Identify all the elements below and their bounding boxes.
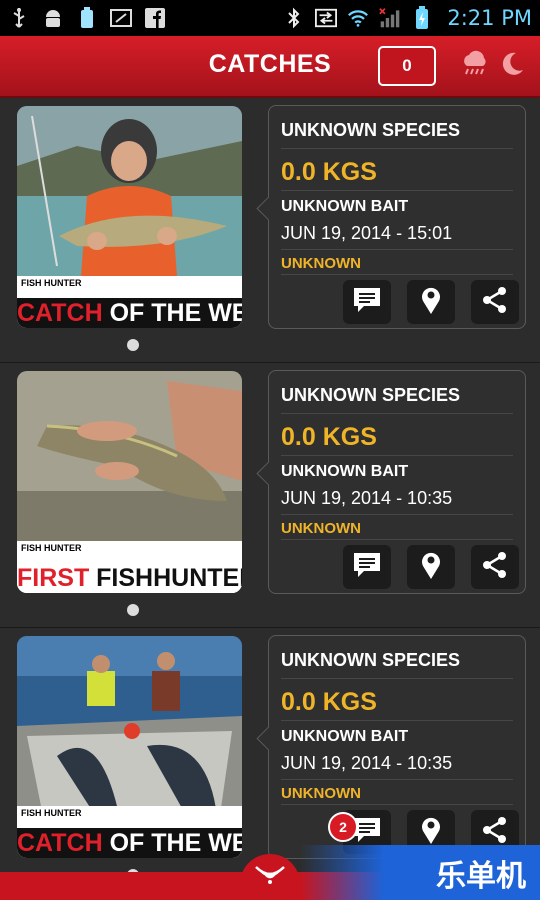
banner-caption: CATCH OF THE WEEK	[17, 298, 242, 328]
action-row	[343, 280, 519, 324]
page-title: CATCHES	[208, 50, 332, 78]
divider	[281, 455, 513, 456]
catch-info-panel: UNKNOWN SPECIES 0.0 KGS UNKNOWN BAIT JUN…	[268, 370, 526, 594]
screen-icon	[110, 7, 132, 29]
location-label: UNKNOWN	[281, 255, 361, 272]
bait-label: UNKNOWN BAIT	[281, 728, 409, 745]
location-label: UNKNOWN	[281, 785, 361, 802]
wifi-icon	[347, 7, 369, 29]
clock: 2:21 PM	[447, 6, 532, 30]
catch-date: JUN 19, 2014 - 10:35	[281, 488, 453, 508]
catch-card[interactable]: FISH HUNTER CATCH OF THE WEEK UNKNOWN SP…	[0, 98, 540, 363]
catch-list[interactable]: FISH HUNTER CATCH OF THE WEEK UNKNOWN SP…	[0, 98, 540, 900]
watermark-logo: 乐单机	[300, 845, 540, 900]
comment-button[interactable]	[343, 280, 391, 324]
map-pin-icon	[420, 550, 442, 585]
photo-banner: FISH HUNTER FIRST FISHHUNTER CATCH	[17, 541, 242, 593]
signal-waves-icon	[253, 863, 287, 892]
share-icon	[481, 286, 509, 319]
location-button[interactable]	[407, 545, 455, 589]
divider	[281, 249, 513, 250]
share-icon	[481, 551, 509, 584]
catch-photo[interactable]: FISH HUNTER CATCH OF THE WEEK	[17, 636, 242, 858]
catch-info-panel: UNKNOWN SPECIES 0.0 KGS UNKNOWN BAIT JUN…	[268, 105, 526, 329]
bait-label: UNKNOWN BAIT	[281, 463, 409, 480]
pager-dot	[127, 604, 139, 616]
banner-brand: FISH HUNTER	[21, 808, 82, 818]
bait-label: UNKNOWN BAIT	[281, 198, 409, 215]
weight-value: 0.0 KGS	[281, 423, 377, 451]
comment-icon	[352, 551, 382, 584]
share-button[interactable]	[471, 545, 519, 589]
comment-icon	[352, 286, 382, 319]
battery-saver-icon	[76, 7, 98, 29]
weight-value: 0.0 KGS	[281, 158, 377, 186]
photo-banner: FISH HUNTER CATCH OF THE WEEK	[17, 806, 242, 858]
catch-card[interactable]: FISH HUNTER FIRST FISHHUNTER CATCH UNKNO…	[0, 363, 540, 628]
divider	[281, 190, 513, 191]
catch-counter-button[interactable]: 0	[378, 46, 436, 86]
action-row	[343, 545, 519, 589]
weight-value: 0.0 KGS	[281, 688, 377, 716]
moon-icon[interactable]	[498, 50, 526, 83]
pager-dot	[127, 339, 139, 351]
banner-caption: CATCH OF THE WEEK	[17, 828, 242, 858]
battery-charging-icon	[411, 6, 433, 29]
location-label: UNKNOWN	[281, 520, 361, 537]
catch-photo[interactable]: FISH HUNTER FIRST FISHHUNTER CATCH	[17, 371, 242, 593]
species-label: UNKNOWN SPECIES	[281, 120, 461, 140]
divider	[281, 779, 513, 780]
catch-info-panel: UNKNOWN SPECIES 0.0 KGS UNKNOWN BAIT JUN…	[268, 635, 526, 859]
usb-icon	[8, 7, 30, 29]
catch-date: JUN 19, 2014 - 15:01	[281, 223, 453, 243]
banner-caption: FIRST FISHHUNTER CATCH	[17, 563, 242, 593]
comment-button[interactable]	[343, 545, 391, 589]
location-button[interactable]	[407, 280, 455, 324]
data-transfer-icon	[315, 7, 338, 29]
banner-brand: FISH HUNTER	[21, 278, 82, 288]
share-button[interactable]	[471, 280, 519, 324]
divider	[281, 148, 513, 149]
divider	[281, 720, 513, 721]
divider	[281, 539, 513, 540]
divider	[281, 413, 513, 414]
catch-photo[interactable]: FISH HUNTER CATCH OF THE WEEK	[17, 106, 242, 328]
divider	[281, 274, 513, 275]
divider	[281, 678, 513, 679]
status-bar: 2:21 PM	[0, 0, 540, 36]
banner-brand: FISH HUNTER	[21, 543, 82, 553]
species-label: UNKNOWN SPECIES	[281, 650, 461, 670]
photo-banner: FISH HUNTER CATCH OF THE WEEK	[17, 276, 242, 328]
share-icon	[481, 816, 509, 849]
divider	[281, 514, 513, 515]
divider	[281, 804, 513, 805]
weather-rain-icon[interactable]	[460, 50, 490, 85]
map-pin-icon	[420, 285, 442, 320]
comment-count-badge: 2	[328, 812, 358, 842]
bluetooth-icon	[283, 7, 305, 29]
catch-date: JUN 19, 2014 - 10:35	[281, 753, 453, 773]
facebook-icon	[144, 7, 166, 29]
android-debug-icon	[42, 7, 64, 29]
species-label: UNKNOWN SPECIES	[281, 385, 461, 405]
app-bar: CATCHES 0	[0, 36, 540, 98]
signal-icon	[379, 7, 401, 29]
